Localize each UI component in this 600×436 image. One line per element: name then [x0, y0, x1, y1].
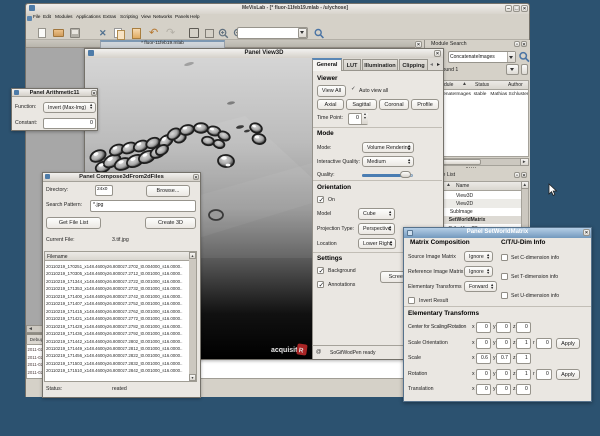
svg-text:acquisit: acquisit: [271, 347, 298, 354]
